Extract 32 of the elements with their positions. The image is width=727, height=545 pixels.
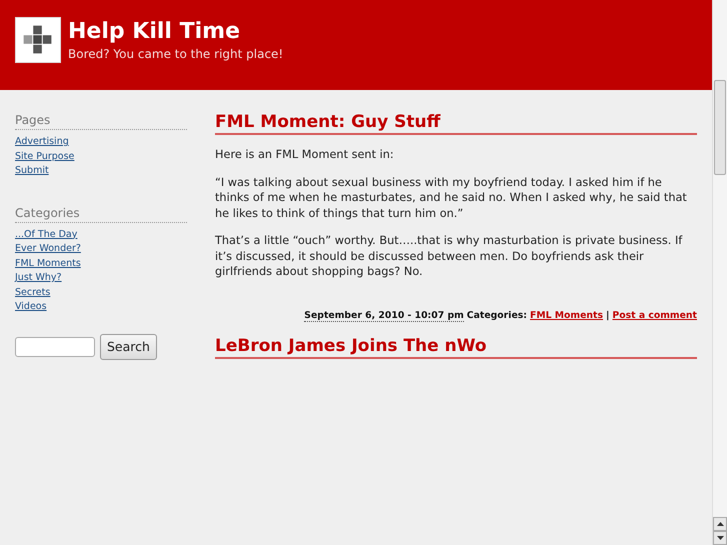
down-arrow-icon bbox=[716, 536, 724, 540]
meta-separator: | bbox=[606, 310, 610, 320]
sidebar-link[interactable]: Submit bbox=[15, 164, 49, 178]
logo-icon bbox=[15, 17, 61, 63]
site-tagline: Bored? You came to the right place! bbox=[68, 46, 284, 62]
sidebar-link[interactable]: ...Of The Day bbox=[15, 228, 78, 242]
scrollbar-thumb[interactable] bbox=[714, 80, 726, 175]
post-title[interactable]: FML Moment: Guy Stuff bbox=[215, 111, 697, 135]
sidebar-link[interactable]: FML Moments bbox=[15, 256, 81, 271]
sidebar-link[interactable]: Site Purpose bbox=[15, 150, 74, 164]
post-date: September 6, 2010 - 10:07 pm bbox=[304, 310, 464, 322]
sidebar-link[interactable]: Ever Wonder? bbox=[15, 242, 81, 256]
scroll-down-button[interactable] bbox=[713, 531, 727, 545]
sidebar-heading: Categories bbox=[15, 206, 187, 222]
categories-label: Categories: bbox=[466, 310, 528, 320]
search-field[interactable] bbox=[15, 336, 95, 356]
category-link[interactable]: FML Moments bbox=[530, 310, 604, 320]
search-button[interactable]: Search bbox=[100, 334, 157, 360]
post-paragraph: “I was talking about sexual business with my boyfriend today. I asked him if he thinks of me when he masturbates, and he said no. When I asked why, he said that he likes to think of things that turn him on.” bbox=[215, 174, 688, 221]
post-title[interactable]: LeBron James Joins The nWo bbox=[215, 334, 697, 358]
site-title[interactable]: Help Kill Time bbox=[68, 18, 284, 46]
sidebar-link[interactable]: Just Why? bbox=[15, 271, 62, 286]
up-arrow-icon bbox=[716, 522, 724, 526]
scroll-up-button[interactable] bbox=[713, 517, 727, 531]
post-paragraph: That’s a little “ouch” worthy. But…..that is why masturbation is private business. If it’s discussed, it should be discussed between men. Do boyfriends ask their girlfriends about shopping bags? No. bbox=[215, 233, 684, 280]
post-paragraph: Here is an FML Moment sent in: bbox=[215, 147, 395, 162]
sidebar-link[interactable]: Advertising bbox=[15, 135, 69, 150]
comment-link[interactable]: Post a comment bbox=[612, 310, 697, 320]
sidebar-link[interactable]: Secrets bbox=[15, 286, 50, 300]
sidebar-link[interactable]: Videos bbox=[15, 300, 47, 314]
scrollbar[interactable] bbox=[712, 0, 727, 545]
sidebar-heading: Pages bbox=[15, 113, 187, 130]
